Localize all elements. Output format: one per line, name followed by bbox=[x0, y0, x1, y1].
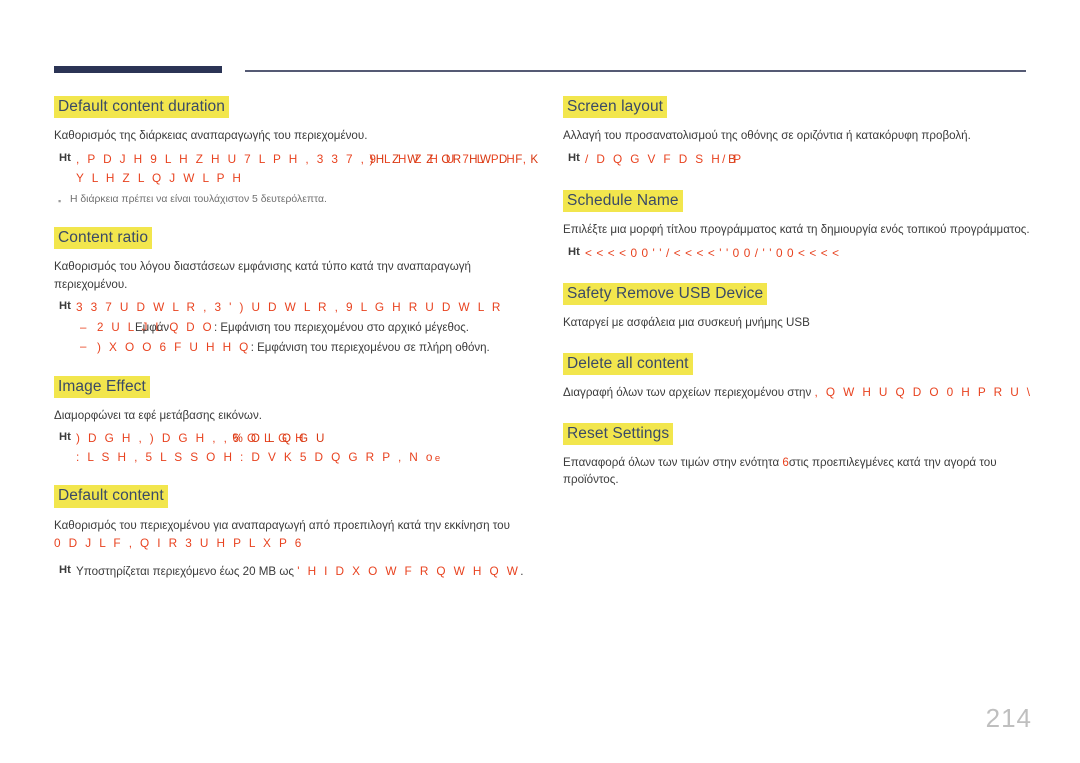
section-body-text: Διαγραφή όλων των αρχείων περιεχομένου σ… bbox=[563, 385, 812, 399]
note-line: Ht < < < < 0 0 ' ' / < < < < ' ' 0 0 / '… bbox=[563, 244, 1033, 262]
note-body: , P D J H 9 L H Z H U 7 L P H , 3 3 7 , … bbox=[76, 150, 539, 188]
section-title: Screen layout bbox=[563, 96, 668, 119]
section-body: Καταργεί με ασφάλεια μια συσκευή μνήμης … bbox=[563, 316, 810, 330]
section-title: Image Effect bbox=[54, 375, 150, 399]
option-name: , P D J H 9 L H Z H U 7 L P H , 3 3 7 , bbox=[76, 151, 367, 166]
option-name: , Q W H U Q D O 0 H P R U \ bbox=[814, 384, 1033, 399]
section-body: Καθορισμός του περιεχομένου για αναπαραγ… bbox=[54, 517, 532, 553]
option-overlay-glyph: 6 bbox=[782, 455, 789, 469]
section-title: Content ratio bbox=[54, 227, 153, 250]
list-item-text: : Εμφάνιση του περιεχομένου σε πλήρη οθό… bbox=[250, 342, 490, 355]
option-name-overlapped: 2 U L J L Q D O Εμφάν bbox=[97, 319, 214, 338]
dash-bullet: – bbox=[80, 322, 87, 335]
right-column: Screen layout Αλλαγή του προσανατολισμού… bbox=[563, 96, 1033, 493]
option-sublist: – 2 U L J L Q D O Εμφάν: Εμφάνιση του περ… bbox=[54, 319, 532, 357]
section-title: Reset Settings bbox=[563, 422, 674, 445]
option-name: ) X O O 6 F U H H Q bbox=[97, 340, 251, 355]
section-schedule-name: Schedule Name Επιλέξτε μια μορφή τίτλου … bbox=[563, 189, 1033, 262]
list-item-text: : Εμφάνιση του περιεχομένου στο αρχικό μ… bbox=[213, 322, 469, 335]
note-marker: Ht bbox=[568, 245, 580, 258]
minor-note-text: Η διάρκεια πρέπει να είναι τουλάχιστον 5… bbox=[70, 193, 327, 205]
note-suffix: . bbox=[520, 564, 524, 578]
note-line: Ht 3 3 7 U D W L R , 3 ' ) U D W L R , 9… bbox=[54, 298, 532, 316]
section-body: Καθορισμός της διάρκειας αναπαραγωγής το… bbox=[54, 129, 368, 143]
option-name: 3 3 7 U D W L R , 3 ' ) U D W L R , 9 L … bbox=[76, 300, 503, 315]
section-body: Διαμορφώνει τα εφέ μετάβασης εικόνων. bbox=[54, 409, 262, 423]
section-body: Αλλαγή του προσανατολισμού της οθόνης σε… bbox=[563, 129, 971, 143]
option-overlay: % O L Q G U bbox=[232, 432, 327, 446]
section-screen-layout: Screen layout Αλλαγή του προσανατολισμού… bbox=[563, 96, 1033, 169]
option-name-tail: Y L H Z L Q J W L P H bbox=[76, 170, 244, 185]
section-body: Καθορισμός του λόγου διαστάσεων εμφάνιση… bbox=[54, 260, 472, 291]
bullet-dot: ▪ bbox=[58, 195, 62, 206]
note-marker: Ht bbox=[59, 151, 71, 164]
section-title: Safety Remove USB Device bbox=[563, 282, 768, 306]
section-delete-all-content: Delete all content Διαγραφή όλων των αρχ… bbox=[563, 352, 1033, 402]
section-content-ratio: Content ratio Καθορισμός του λόγου διαστ… bbox=[54, 227, 532, 358]
option-overlay: )H Z W Z OR HW D F K bbox=[369, 152, 541, 166]
option-name-mid: : L S H , 5 L S S O H : D V K 5 D Q G R … bbox=[76, 450, 435, 465]
list-item-content: ) X O O 6 F U H H Q: Εμφάνιση του περιεχ… bbox=[97, 338, 490, 358]
note-body: / D Q G V F D S H/ PB bbox=[585, 150, 1033, 169]
note-body: Υποστηρίζεται περιεχόμενο έως 20 MB ως '… bbox=[76, 562, 532, 581]
section-title: Default content duration bbox=[54, 96, 229, 119]
option-name: < < < < 0 0 ' ' / < < < < ' ' 0 0 / ' ' … bbox=[585, 245, 840, 260]
option-name-head: ) D G H , ) D G H , , bbox=[76, 431, 230, 446]
note-line: Ht , P D J H 9 L H Z H U 7 L P H , 3 3 7… bbox=[54, 150, 539, 188]
option-name: 0 D J L F , Q I R 3 U H P L X P 6 bbox=[54, 536, 304, 551]
section-safety-remove-usb-device: Safety Remove USB Device Καταργεί με ασφ… bbox=[563, 282, 1033, 332]
option-glyph-artifact: 6 bbox=[782, 454, 788, 471]
note-marker: Ht bbox=[59, 431, 71, 444]
section-body-part1: Επαναφορά όλων των τιμών στην ενότητα bbox=[563, 455, 780, 469]
note-line: Ht / D Q G V F D S H/ PB bbox=[563, 150, 1033, 169]
section-body-text: Καθορισμός του περιεχομένου για αναπαραγ… bbox=[54, 518, 510, 532]
section-title: Schedule Name bbox=[563, 189, 683, 213]
manual-page: Default content duration Καθορισμός της … bbox=[0, 0, 1080, 763]
page-number: 214 bbox=[985, 703, 1032, 733]
page-header bbox=[0, 0, 1080, 90]
option-name-overlapped: 9 L H Z H U 7 L P H , )H Z W Z OR HW D F… bbox=[370, 151, 539, 169]
option-overlay: B bbox=[728, 152, 739, 166]
minor-note: ▪ Η διάρκεια πρέπει να είναι τουλάχιστον… bbox=[58, 194, 532, 209]
note-prefix: Υποστηρίζεται περιεχόμενο έως 20 MB ως bbox=[76, 564, 295, 578]
left-column: Default content duration Καθορισμός της … bbox=[54, 96, 539, 585]
section-title: Delete all content bbox=[563, 352, 693, 375]
section-title: Default content bbox=[54, 485, 168, 508]
section-default-content-duration: Default content duration Καθορισμός της … bbox=[54, 96, 539, 209]
section-body: Επαναφορά όλων των τιμών στην ενότητα 6σ… bbox=[563, 454, 1033, 489]
section-body: Επιλέξτε μια μορφή τίτλου προγράμματος κ… bbox=[563, 223, 1030, 237]
note-line: Ht Υποστηρίζεται περιεχόμενο έως 20 MB ω… bbox=[54, 562, 532, 581]
option-name-overlapped: / PB bbox=[722, 151, 743, 169]
note-line: Ht ) D G H , ) D G H , , 6 O L G H % O L… bbox=[54, 429, 532, 467]
option-name-tail: e bbox=[434, 453, 441, 465]
section-image-effect: Image Effect Διαμορφώνει τα εφέ μετάβαση… bbox=[54, 375, 532, 468]
list-item: – 2 U L J L Q D O Εμφάν: Εμφάνιση του περ… bbox=[80, 319, 532, 338]
option-name: ' H I D X O W F R Q W H Q W bbox=[297, 563, 521, 578]
header-rule-thick bbox=[54, 66, 222, 73]
section-default-content: Default content Καθορισμός του περιεχομέ… bbox=[54, 485, 532, 580]
note-marker: Ht bbox=[568, 151, 580, 164]
option-overlay: Εμφάν bbox=[135, 322, 170, 335]
option-name: / D Q G V F D S H bbox=[585, 151, 723, 166]
note-marker: Ht bbox=[59, 300, 71, 313]
note-marker: Ht bbox=[59, 563, 71, 576]
section-body: Διαγραφή όλων των αρχείων περιεχομένου σ… bbox=[563, 384, 1033, 402]
option-name-overlapped: 6 O L G H % O L Q G U bbox=[233, 430, 325, 448]
note-body: ) D G H , ) D G H , , 6 O L G H % O L Q … bbox=[76, 429, 532, 467]
section-reset-settings: Reset Settings Επαναφορά όλων των τιμών … bbox=[563, 422, 1033, 489]
list-item: – ) X O O 6 F U H H Q: Εμφάνιση του περι… bbox=[80, 338, 532, 358]
header-rule-thin bbox=[245, 70, 1026, 72]
list-item-content: 2 U L J L Q D O Εμφάν: Εμφάνιση του περιε… bbox=[97, 319, 469, 338]
dash-bullet: – bbox=[80, 341, 87, 354]
